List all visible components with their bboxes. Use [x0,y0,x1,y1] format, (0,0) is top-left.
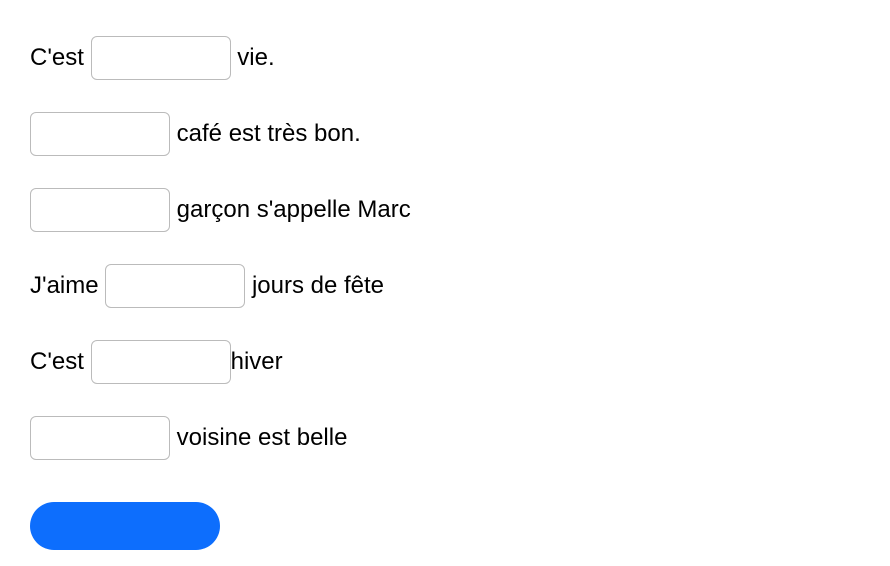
question-text-after: voisine est belle [170,424,347,452]
answer-input[interactable] [91,36,231,80]
question-row: C'est hiver [30,340,860,384]
question-row: garçon s'appelle Marc [30,188,860,232]
question-text-after: jours de fête [245,272,384,300]
question-row: café est très bon. [30,112,860,156]
submit-button[interactable] [30,502,220,550]
answer-input[interactable] [105,264,245,308]
answer-input[interactable] [30,112,170,156]
question-text-after: hiver [231,348,283,376]
question-text-before: C'est [30,348,91,376]
answer-input[interactable] [30,416,170,460]
exercise-page: C'est vie. café est très bon. garçon s'a… [0,36,890,566]
question-row: C'est vie. [30,36,860,80]
question-text-after: café est très bon. [170,120,361,148]
question-text-before: J'aime [30,272,105,300]
answer-input[interactable] [91,340,231,384]
question-text-after: vie. [231,44,275,72]
question-text-after: garçon s'appelle Marc [170,196,411,224]
answer-input[interactable] [30,188,170,232]
question-row: J'aime jours de fête [30,264,860,308]
question-row: voisine est belle [30,416,860,460]
question-text-before: C'est [30,44,91,72]
